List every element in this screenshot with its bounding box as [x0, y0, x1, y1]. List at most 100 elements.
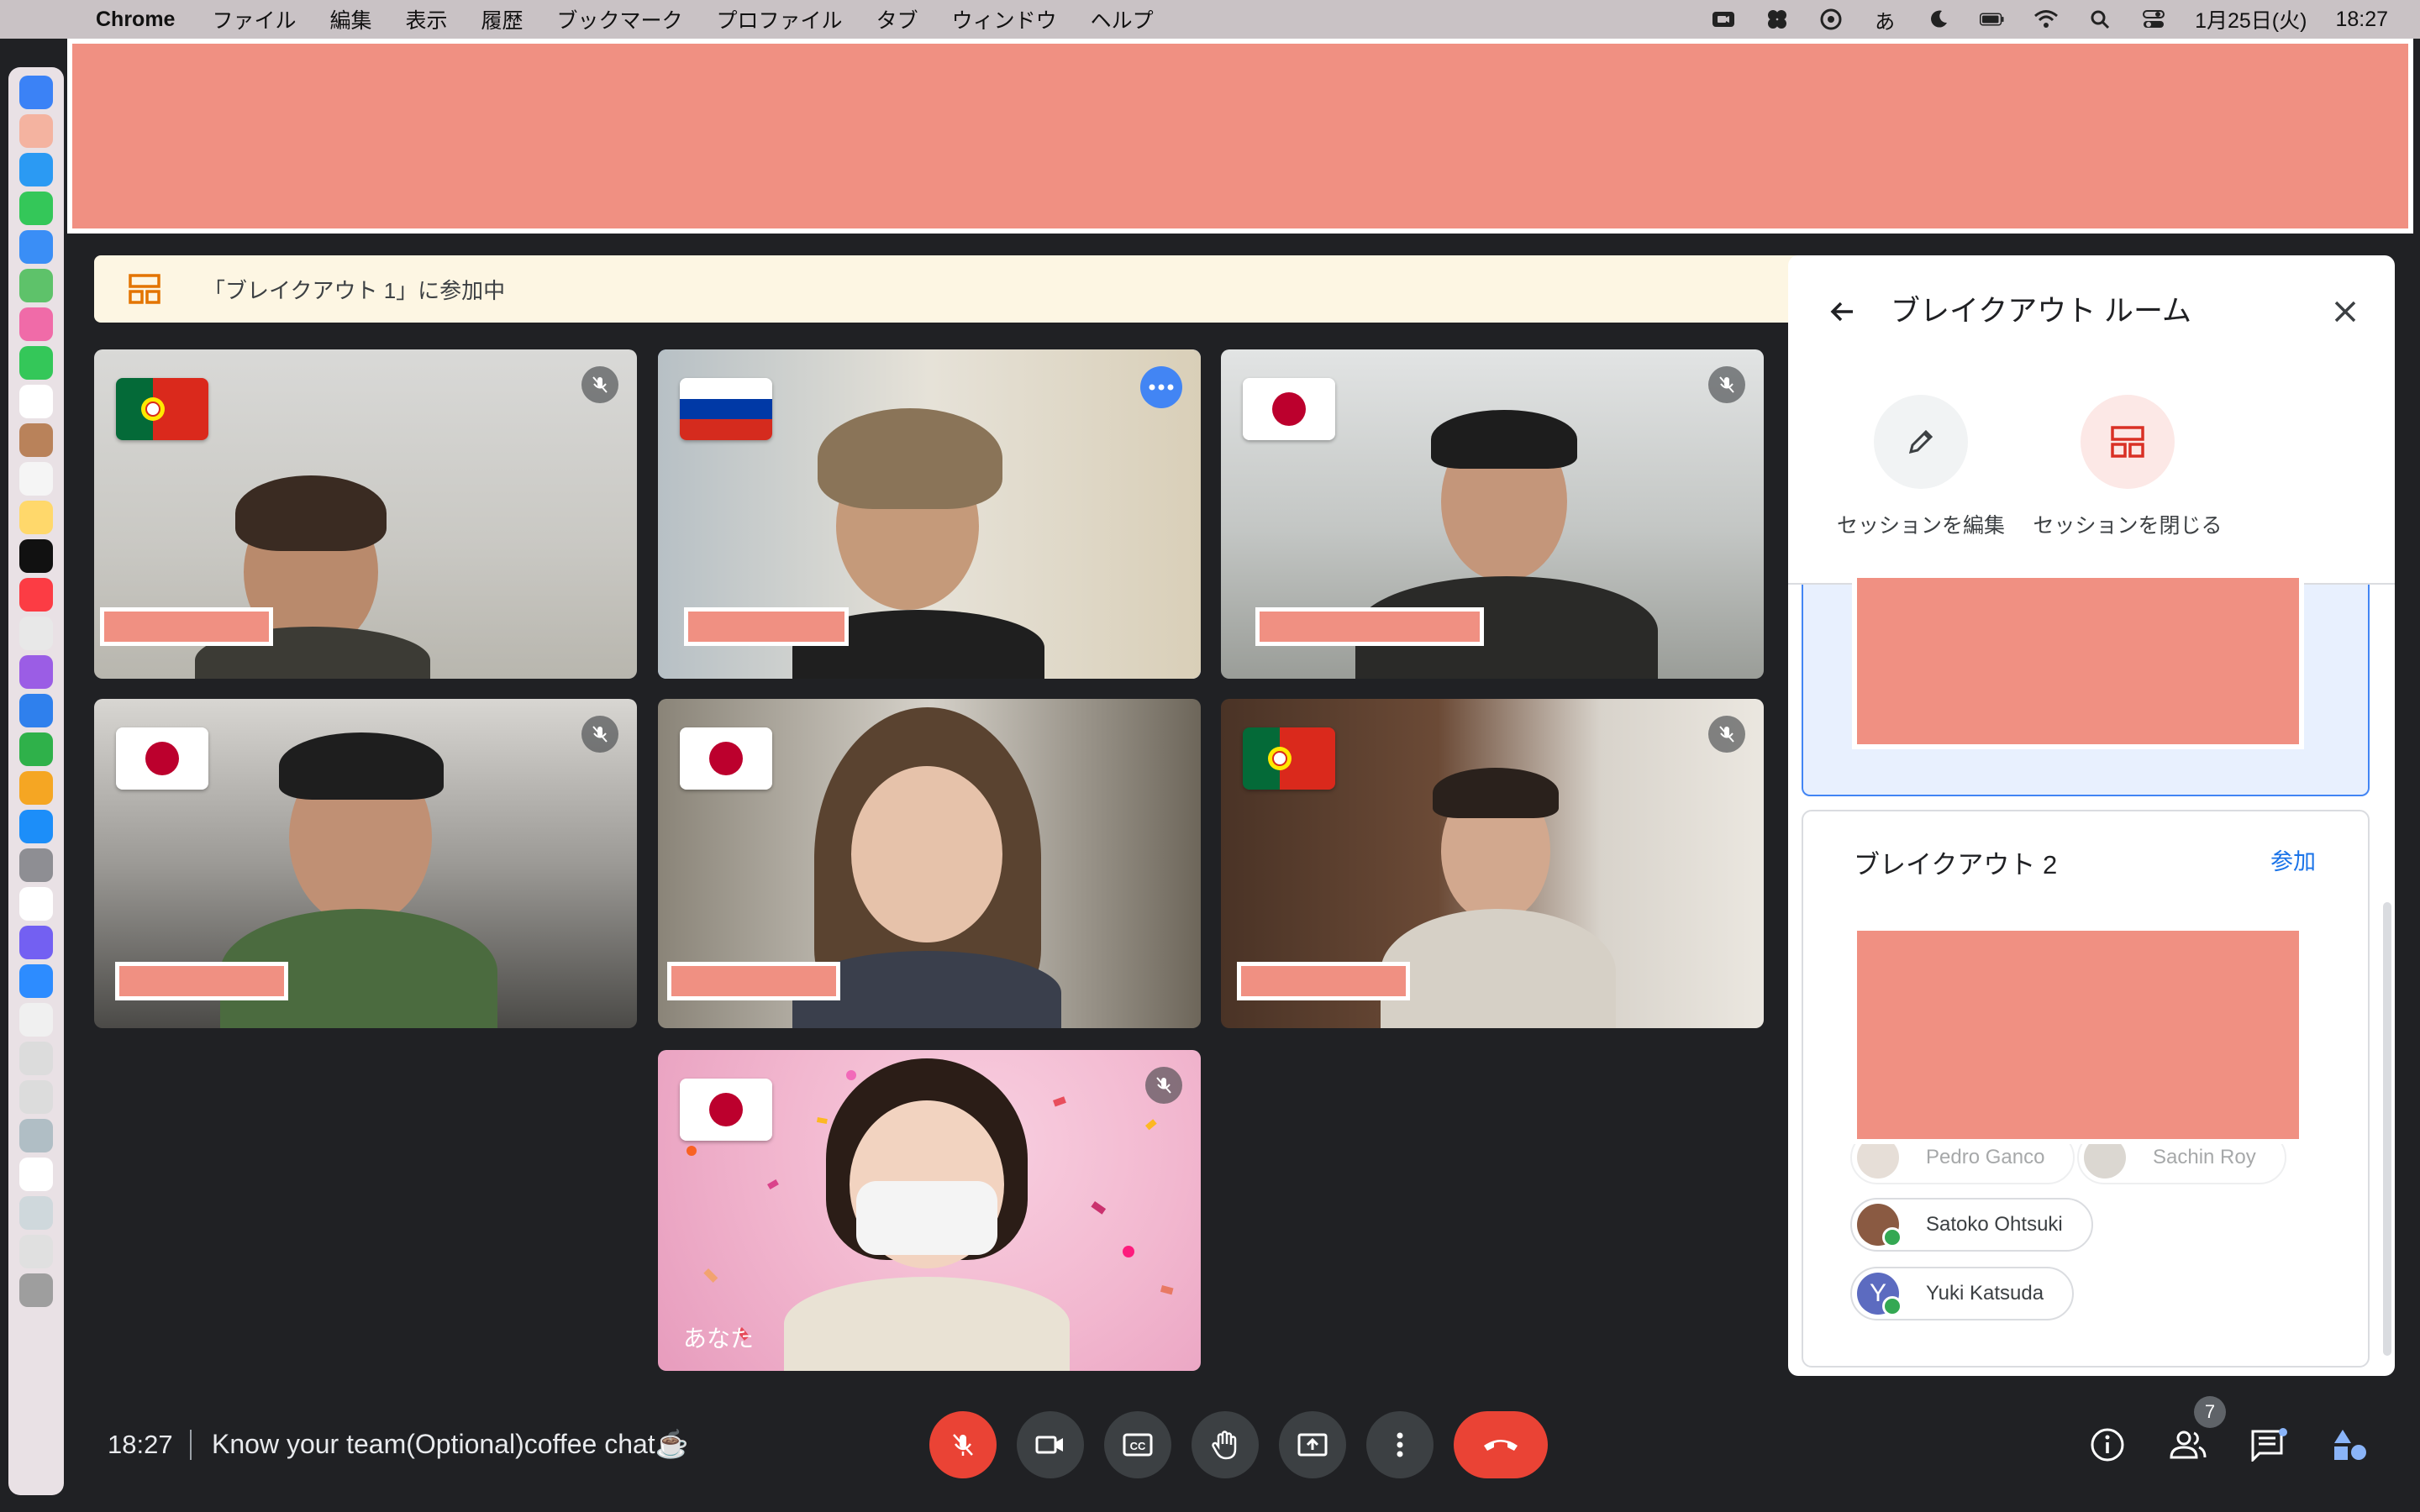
panel-header: ブレイクアウト ルーム セッションを編集 セッションを閉じる	[1788, 255, 2395, 583]
breakout-banner: 「ブレイクアウト 1」に参加中	[94, 255, 1854, 323]
portugal-flag-icon	[1243, 727, 1335, 790]
music-icon[interactable]	[19, 578, 53, 612]
leave-call-button[interactable]	[1454, 1411, 1548, 1478]
more-options-icon[interactable]	[1140, 366, 1182, 408]
present-screen-button[interactable]	[1279, 1411, 1346, 1478]
menubar-time[interactable]: 18:27	[2335, 8, 2388, 32]
meeting-title: Know your team(Optional)coffee chat☕	[212, 1429, 689, 1459]
menu-history[interactable]: 履歴	[481, 4, 523, 34]
facetime-icon[interactable]	[19, 346, 53, 380]
safari-icon[interactable]	[19, 153, 53, 186]
pencil-icon	[1874, 395, 1968, 489]
more-options-button[interactable]	[1366, 1411, 1434, 1478]
participant-chip[interactable]: Satoko Ohtsuki	[1850, 1198, 2093, 1252]
contacts-icon[interactable]	[19, 423, 53, 457]
redacted-name	[104, 612, 269, 642]
menubar-date[interactable]: 1月25日(火)	[2195, 4, 2307, 34]
screenshot-icon[interactable]	[19, 1119, 53, 1152]
mail-icon[interactable]	[19, 230, 53, 264]
reminders-icon[interactable]	[19, 462, 53, 496]
participant-tile[interactable]	[94, 349, 637, 679]
keynote-icon[interactable]	[19, 694, 53, 727]
app-store-icon[interactable]	[19, 810, 53, 843]
close-session-button[interactable]: セッションを閉じる	[2027, 395, 2228, 539]
screenshot-icon[interactable]	[19, 1235, 53, 1268]
menu-bookmarks[interactable]: ブックマーク	[557, 4, 683, 34]
messages-icon[interactable]	[19, 192, 53, 225]
self-label: あなた	[683, 1326, 755, 1352]
meeting-details-button[interactable]	[2082, 1420, 2133, 1470]
document-icon[interactable]	[19, 1003, 53, 1037]
participant-tile[interactable]	[1221, 699, 1764, 1028]
info-icon	[2091, 1428, 2124, 1462]
tv-icon[interactable]	[19, 539, 53, 573]
menu-file[interactable]: ファイル	[212, 4, 296, 34]
screenshot-icon[interactable]	[19, 1158, 53, 1191]
panel-scrollbar[interactable]	[2383, 902, 2391, 1356]
japan-flag-icon	[680, 1079, 772, 1141]
activities-button[interactable]	[2324, 1420, 2375, 1470]
participant-count-badge: 7	[2194, 1396, 2226, 1428]
redacted-name	[1241, 966, 1406, 996]
zoom-icon[interactable]	[19, 964, 53, 998]
viber-icon[interactable]	[1818, 8, 1844, 30]
chrome-icon[interactable]	[19, 617, 53, 650]
menu-app-name[interactable]: Chrome	[96, 8, 175, 32]
menu-edit[interactable]: 編集	[329, 4, 371, 34]
control-center-icon[interactable]	[2141, 8, 2166, 30]
participant-name: Pedro Ganco	[1926, 1146, 2045, 1168]
microphone-toggle-button[interactable]	[929, 1411, 997, 1478]
camera-toggle-button[interactable]	[1017, 1411, 1084, 1478]
back-arrow-icon[interactable]	[1822, 291, 1864, 333]
raise-hand-button[interactable]	[1192, 1411, 1259, 1478]
breakout-rooms-panel: ブレイクアウト ルーム セッションを編集 セッションを閉じる ブレイクアウト 2…	[1788, 255, 2395, 1376]
banner-text: 「ブレイクアウト 1」に参加中	[203, 277, 506, 303]
maps-icon[interactable]	[19, 269, 53, 302]
photos-icon[interactable]	[19, 307, 53, 341]
participant-chip[interactable]: Y Yuki Katsuda	[1850, 1267, 2075, 1320]
pages-icon[interactable]	[19, 771, 53, 805]
screenshot-icon[interactable]	[19, 1042, 53, 1075]
input-method-icon[interactable]: あ	[1872, 8, 1897, 34]
finder-icon[interactable]	[19, 76, 53, 109]
pinwheel-icon[interactable]	[1765, 8, 1790, 30]
participant-tile[interactable]	[94, 699, 637, 1028]
launchpad-icon[interactable]	[19, 114, 53, 148]
menu-help[interactable]: ヘルプ	[1091, 4, 1154, 34]
self-tile[interactable]: あなた	[658, 1050, 1201, 1371]
chat-button[interactable]	[2244, 1420, 2294, 1470]
present-icon	[1297, 1433, 1328, 1457]
camera-status-icon[interactable]	[1711, 8, 1736, 30]
screenshot-icon[interactable]	[19, 1080, 53, 1114]
numbers-icon[interactable]	[19, 732, 53, 766]
join-room-2-button[interactable]: 参加	[2270, 843, 2316, 876]
moon-icon[interactable]	[1926, 8, 1951, 30]
face-mask	[856, 1181, 997, 1255]
participant-tile[interactable]	[658, 699, 1201, 1028]
calendar-icon[interactable]	[19, 385, 53, 418]
svg-text:CC: CC	[1130, 1440, 1146, 1452]
captions-button[interactable]: CC	[1104, 1411, 1171, 1478]
menu-window[interactable]: ウィンドウ	[952, 4, 1057, 34]
menu-view[interactable]: 表示	[406, 4, 448, 34]
wifi-icon[interactable]	[2033, 8, 2059, 30]
online-indicator	[1882, 1296, 1902, 1316]
notes-icon[interactable]	[19, 501, 53, 534]
viber-dock-icon[interactable]	[19, 926, 53, 959]
participant-tile[interactable]	[1221, 349, 1764, 679]
close-icon[interactable]	[2324, 291, 2366, 333]
panel-title: ブレイクアウト ルーム	[1891, 295, 2191, 328]
muted-mic-icon	[1708, 366, 1745, 403]
participant-tile-active[interactable]	[658, 349, 1201, 679]
battery-icon[interactable]	[1980, 8, 2005, 30]
menu-profiles[interactable]: プロファイル	[717, 4, 843, 34]
system-preferences-icon[interactable]	[19, 848, 53, 882]
edit-session-button[interactable]: セッションを編集	[1820, 395, 2022, 539]
trash-icon[interactable]	[19, 1273, 53, 1307]
participant-name: Sachin Roy	[2153, 1146, 2256, 1168]
menu-tab[interactable]: タブ	[876, 4, 918, 34]
podcasts-icon[interactable]	[19, 655, 53, 689]
search-icon[interactable]	[2087, 8, 2112, 30]
screenshot-icon[interactable]	[19, 1196, 53, 1230]
slack-icon[interactable]	[19, 887, 53, 921]
